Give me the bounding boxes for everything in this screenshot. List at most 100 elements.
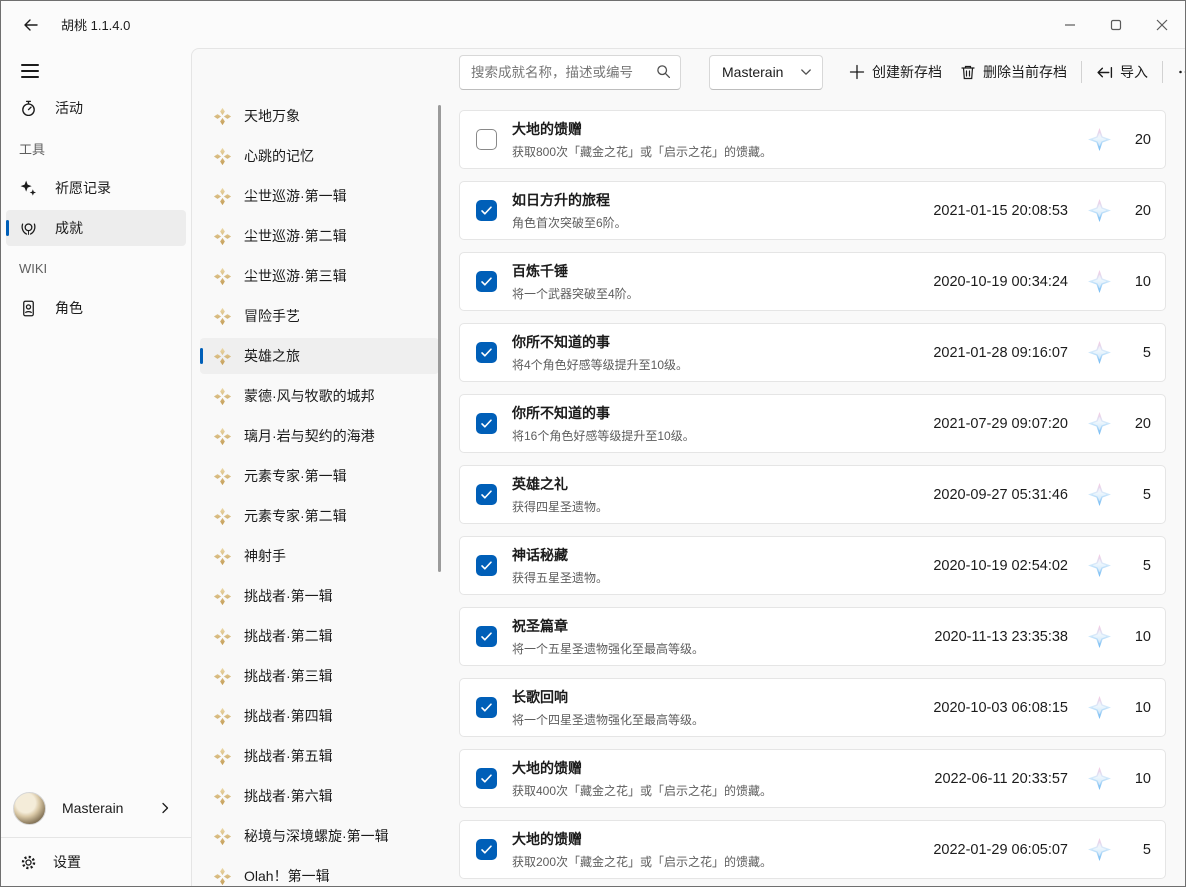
achievement-checkbox[interactable] bbox=[476, 200, 497, 221]
primogem-icon bbox=[1087, 269, 1112, 294]
category-item[interactable]: 元素专家·第二辑 bbox=[200, 498, 439, 534]
minimize-button[interactable] bbox=[1047, 1, 1093, 48]
sidebar-item-wish-records[interactable]: 祈愿记录 bbox=[6, 170, 186, 206]
category-label: 尘世巡游·第二辑 bbox=[244, 226, 347, 246]
primogem-icon bbox=[1087, 198, 1112, 223]
primogem-icon bbox=[1087, 837, 1112, 862]
check-icon bbox=[480, 772, 493, 785]
create-archive-button[interactable]: 创建新存档 bbox=[840, 55, 951, 89]
primogem-icon bbox=[1087, 695, 1112, 720]
import-label: 导入 bbox=[1120, 62, 1148, 82]
category-item[interactable]: 挑战者·第六辑 bbox=[200, 778, 439, 814]
category-label: 元素专家·第二辑 bbox=[244, 506, 347, 526]
category-emblem-icon bbox=[212, 306, 233, 327]
sidebar-item-characters[interactable]: 角色 bbox=[6, 290, 186, 326]
more-dots-icon bbox=[1177, 63, 1185, 81]
category-emblem-icon bbox=[212, 866, 233, 887]
achievement-checkbox[interactable] bbox=[476, 555, 497, 576]
achievement-checkbox[interactable] bbox=[476, 626, 497, 647]
category-label: 元素专家·第一辑 bbox=[244, 466, 347, 486]
achievement-text: 你所不知道的事 将4个角色好感等级提升至10级。 bbox=[512, 332, 688, 373]
category-scrollbar[interactable] bbox=[438, 105, 441, 572]
category-emblem-icon bbox=[212, 226, 233, 247]
category-item[interactable]: 挑战者·第一辑 bbox=[200, 578, 439, 614]
achievement-checkbox[interactable] bbox=[476, 129, 497, 150]
category-emblem-icon bbox=[212, 746, 233, 767]
category-emblem-icon bbox=[212, 186, 233, 207]
achievement-card: 大地的馈赠 获取800次「藏金之花」或「启示之花」的馈藏。 20 bbox=[459, 110, 1166, 169]
category-emblem-icon bbox=[212, 266, 233, 287]
category-label: 天地万象 bbox=[244, 106, 300, 126]
user-name: Masterain bbox=[62, 800, 123, 816]
import-button[interactable]: 导入 bbox=[1087, 55, 1157, 89]
category-item[interactable]: 英雄之旅 bbox=[200, 338, 439, 374]
achievement-checkbox[interactable] bbox=[476, 768, 497, 789]
category-emblem-icon bbox=[212, 426, 233, 447]
achievement-card: 英雄之礼 获得四星圣遗物。 2020-09-27 05:31:46 5 bbox=[459, 465, 1166, 524]
category-item[interactable]: Olah！第一辑 bbox=[200, 858, 439, 886]
achievement-card: 神话秘藏 获得五星圣遗物。 2020-10-19 02:54:02 5 bbox=[459, 536, 1166, 595]
sidebar-item-settings[interactable]: 设置 bbox=[1, 838, 191, 886]
hamburger-menu-button[interactable] bbox=[11, 54, 49, 88]
achievement-checkbox[interactable] bbox=[476, 271, 497, 292]
category-item[interactable]: 挑战者·第四辑 bbox=[200, 698, 439, 734]
category-item[interactable]: 蒙德·风与牧歌的城邦 bbox=[200, 378, 439, 414]
achievement-title: 祝圣篇章 bbox=[512, 616, 704, 636]
sparkle-icon bbox=[19, 179, 38, 198]
category-item[interactable]: 尘世巡游·第一辑 bbox=[200, 178, 439, 214]
category-item[interactable]: 挑战者·第五辑 bbox=[200, 738, 439, 774]
achievement-text: 英雄之礼 获得四星圣遗物。 bbox=[512, 474, 608, 515]
close-icon bbox=[1156, 19, 1168, 31]
close-button[interactable] bbox=[1139, 1, 1185, 48]
category-item[interactable]: 挑战者·第二辑 bbox=[200, 618, 439, 654]
achievement-title: 长歌回响 bbox=[512, 687, 704, 707]
category-item[interactable]: 天地万象 bbox=[200, 98, 439, 134]
achievement-title: 如日方升的旅程 bbox=[512, 190, 627, 210]
search-input[interactable] bbox=[459, 55, 681, 90]
category-item[interactable]: 冒险手艺 bbox=[200, 298, 439, 334]
maximize-button[interactable] bbox=[1093, 1, 1139, 48]
achievement-checkbox[interactable] bbox=[476, 839, 497, 860]
sidebar-item-activity[interactable]: 活动 bbox=[6, 90, 186, 126]
category-item[interactable]: 挑战者·第三辑 bbox=[200, 658, 439, 694]
achievement-description: 将一个五星圣遗物强化至最高等级。 bbox=[512, 640, 704, 657]
achievement-card: 大地的馈赠 获取200次「藏金之花」或「启示之花」的馈藏。 2022-01-29… bbox=[459, 820, 1166, 879]
user-profile-row[interactable]: Masterain bbox=[1, 779, 191, 837]
sidebar-section-wiki: WIKI bbox=[6, 250, 186, 286]
delete-archive-button[interactable]: 删除当前存档 bbox=[951, 55, 1076, 89]
sidebar-item-achievements[interactable]: 成就 bbox=[6, 210, 186, 246]
category-item[interactable]: 尘世巡游·第二辑 bbox=[200, 218, 439, 254]
category-item[interactable]: 神射手 bbox=[200, 538, 439, 574]
achievement-reward-count: 5 bbox=[1125, 345, 1151, 361]
profile-dropdown[interactable]: Masterain bbox=[709, 55, 823, 90]
achievement-description: 获取400次「藏金之花」或「启示之花」的馈藏。 bbox=[512, 782, 772, 799]
achievement-checkbox[interactable] bbox=[476, 484, 497, 505]
achievement-date: 2020-10-19 02:54:02 bbox=[933, 558, 1068, 574]
category-item[interactable]: 心跳的记忆 bbox=[200, 138, 439, 174]
achievement-reward-count: 10 bbox=[1125, 700, 1151, 716]
category-label: 璃月·岩与契约的海港 bbox=[244, 426, 375, 446]
category-item[interactable]: 元素专家·第一辑 bbox=[200, 458, 439, 494]
back-button[interactable] bbox=[14, 10, 48, 40]
achievement-checkbox[interactable] bbox=[476, 342, 497, 363]
maximize-icon bbox=[1110, 19, 1122, 31]
achievement-checkbox[interactable] bbox=[476, 697, 497, 718]
achievement-card: 你所不知道的事 将4个角色好感等级提升至10级。 2021-01-28 09:1… bbox=[459, 323, 1166, 382]
category-item[interactable]: 尘世巡游·第三辑 bbox=[200, 258, 439, 294]
back-arrow-icon bbox=[23, 17, 39, 33]
achievement-description: 获取200次「藏金之花」或「启示之花」的馈藏。 bbox=[512, 853, 772, 870]
achievement-reward-count: 20 bbox=[1125, 203, 1151, 219]
achievement-date: 2020-09-27 05:31:46 bbox=[933, 487, 1068, 503]
achievement-title: 大地的馈赠 bbox=[512, 119, 772, 139]
more-options-button[interactable] bbox=[1168, 55, 1185, 89]
category-label: 蒙德·风与牧歌的城邦 bbox=[244, 386, 375, 406]
category-label: 挑战者·第一辑 bbox=[244, 586, 333, 606]
check-icon bbox=[480, 346, 493, 359]
category-item[interactable]: 秘境与深境螺旋·第一辑 bbox=[200, 818, 439, 854]
category-item[interactable]: 璃月·岩与契约的海港 bbox=[200, 418, 439, 454]
sidebar: 活动 工具 祈愿记录 成就 WIKI 角色 bbox=[1, 48, 191, 886]
category-label: 冒险手艺 bbox=[244, 306, 300, 326]
achievement-checkbox[interactable] bbox=[476, 413, 497, 434]
category-emblem-icon bbox=[212, 466, 233, 487]
titlebar: 胡桃 1.1.4.0 bbox=[1, 1, 1185, 48]
